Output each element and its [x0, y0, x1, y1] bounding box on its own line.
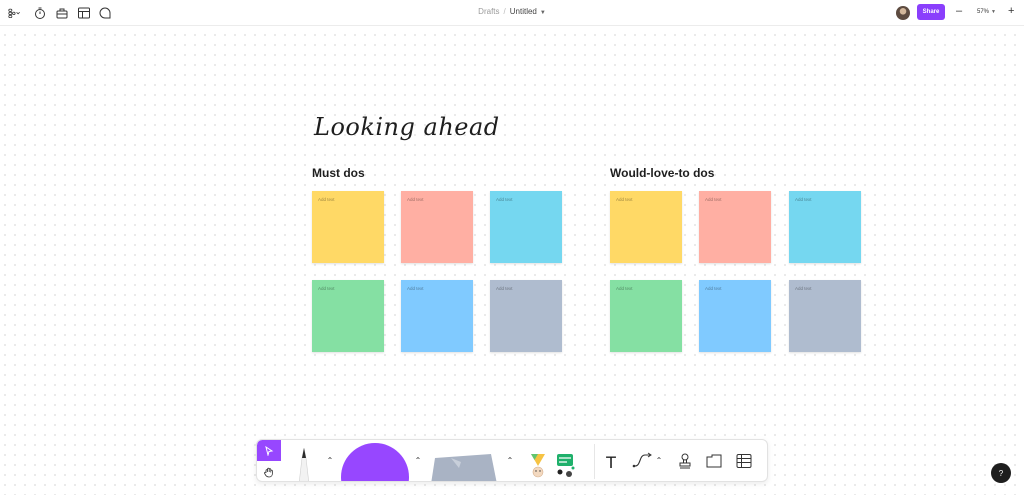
table-icon — [736, 454, 752, 468]
sticky-note[interactable]: Add text — [401, 280, 473, 352]
widget-icon — [557, 454, 575, 477]
help-button[interactable]: ? — [991, 463, 1011, 483]
sticky-note[interactable]: Add text — [401, 191, 473, 263]
marker-tool-button[interactable] — [289, 444, 319, 481]
sticker-icon — [531, 454, 545, 478]
sticky-note[interactable]: Add text — [699, 191, 771, 263]
sticky-placeholder: Add text — [496, 197, 513, 202]
sticky-note[interactable]: Add text — [312, 280, 384, 352]
sticky-placeholder: Add text — [407, 286, 424, 291]
sticky-placeholder: Add text — [318, 197, 335, 202]
sticky-placeholder: Add text — [318, 286, 335, 291]
move-tool-button[interactable] — [257, 440, 281, 461]
sticky-placeholder: Add text — [705, 286, 722, 291]
sticky-placeholder: Add text — [616, 286, 633, 291]
connector-icon — [632, 452, 652, 468]
sticky-note[interactable]: Add text — [789, 280, 861, 352]
sticky-placeholder: Add text — [496, 286, 513, 291]
zoom-out-button[interactable]: – — [956, 5, 962, 17]
sticky-placeholder: Add text — [616, 197, 633, 202]
share-button[interactable]: Share — [917, 4, 945, 20]
stamp-tool-button[interactable] — [674, 450, 696, 472]
toolbar-divider — [594, 444, 595, 479]
shape-tool-circle[interactable] — [341, 443, 409, 481]
hand-tool-button[interactable] — [257, 461, 281, 481]
zoom-in-button[interactable]: + — [1008, 5, 1014, 17]
avatar[interactable] — [896, 6, 910, 20]
sticky-note[interactable]: Add text — [699, 280, 771, 352]
stamp-stickers-button[interactable] — [527, 450, 549, 481]
cursor-icon — [265, 445, 274, 456]
section-title-must-dos[interactable]: Must dos — [312, 166, 365, 180]
breadcrumb-parent[interactable]: Drafts — [478, 7, 499, 16]
sticky-note[interactable]: Add text — [490, 191, 562, 263]
sticky-placeholder: Add text — [407, 197, 424, 202]
connector-options-chevron-up-icon[interactable]: ⌃ — [654, 454, 664, 466]
sticky-options-chevron-up-icon[interactable]: ⌃ — [505, 454, 515, 466]
board-headline[interactable]: Looking ahead — [314, 113, 500, 141]
sticky-note[interactable]: Add text — [490, 280, 562, 352]
section-title-would-love-to-dos[interactable]: Would-love-to dos — [610, 166, 714, 180]
breadcrumb: Drafts / Untitled ▼ — [0, 7, 1024, 16]
sticky-note[interactable]: Add text — [610, 191, 682, 263]
sticky-stack-icon — [431, 454, 497, 481]
section-tool-button[interactable] — [703, 450, 725, 472]
marker-options-chevron-up-icon[interactable]: ⌃ — [325, 454, 335, 466]
chevron-down-icon[interactable]: ▼ — [540, 10, 546, 16]
text-tool-label: T — [606, 452, 616, 472]
stamp-icon — [679, 453, 691, 469]
breadcrumb-separator: / — [503, 7, 506, 16]
shape-options-chevron-up-icon[interactable]: ⌃ — [413, 454, 423, 466]
hand-icon — [264, 467, 273, 477]
section-icon — [706, 454, 722, 468]
sticky-note[interactable]: Add text — [312, 191, 384, 263]
sticky-placeholder: Add text — [795, 197, 812, 202]
widgets-button[interactable] — [553, 448, 579, 481]
file-name[interactable]: Untitled — [510, 7, 537, 16]
sticky-note[interactable]: Add text — [789, 191, 861, 263]
marker-icon — [299, 447, 309, 481]
zoom-level[interactable]: 57% — [977, 9, 989, 15]
zoom-chevron-down-icon[interactable]: ▼ — [991, 9, 996, 15]
text-tool-button[interactable]: T — [599, 451, 623, 473]
sticky-note[interactable]: Add text — [610, 280, 682, 352]
sticky-placeholder: Add text — [705, 197, 722, 202]
sticky-stack-button[interactable] — [425, 448, 501, 481]
top-bar: Drafts / Untitled ▼ Share – 57% ▼ + — [0, 0, 1024, 26]
bottom-toolbar: ⌃ ⌃ ⌃ T ⌃ — [256, 439, 768, 482]
table-tool-button[interactable] — [733, 450, 755, 472]
sticky-placeholder: Add text — [795, 286, 812, 291]
connector-tool-button[interactable] — [630, 450, 656, 472]
